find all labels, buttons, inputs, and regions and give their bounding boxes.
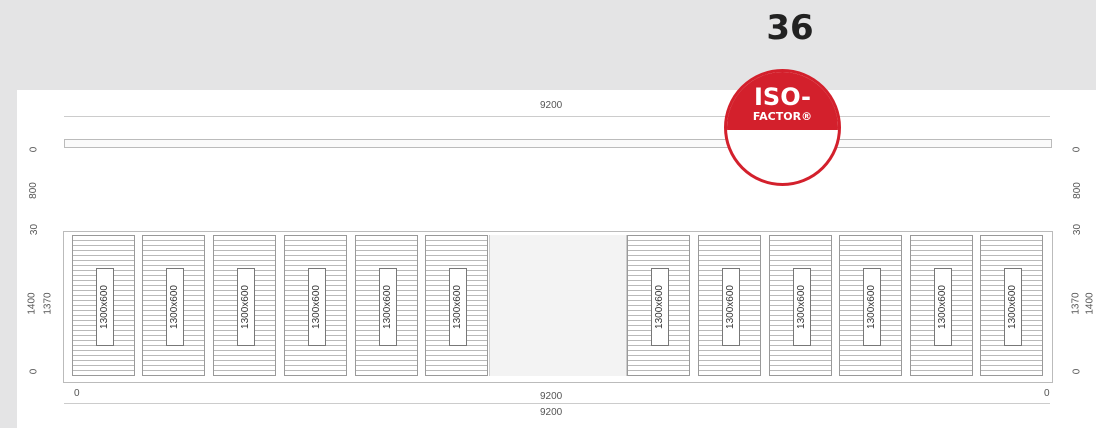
badge-factor-text: FACTOR® [752, 110, 813, 123]
badge-iso-text: ISO- [753, 83, 812, 111]
panel: 1300x600 [627, 235, 690, 376]
panel: 1300x600 [213, 235, 276, 376]
panel: 1300x600 [425, 235, 488, 376]
panel: 1300x600 [910, 235, 973, 376]
right-x-zero: 0 [1044, 388, 1050, 399]
panel: 1300x600 [284, 235, 347, 376]
panel-gap [489, 235, 627, 376]
panel: 1300x600 [980, 235, 1043, 376]
left-total-label: 1400 [26, 292, 38, 315]
panel-label: 1300x600 [236, 267, 255, 346]
right-gap-label: 800 [1071, 182, 1083, 199]
panel: 1300x600 [142, 235, 205, 376]
panel-label: 1300x600 [862, 267, 881, 346]
panel-label: 1300x600 [721, 267, 740, 346]
right-bottom-zero: 0 [1071, 368, 1083, 375]
panel: 1300x600 [72, 235, 135, 376]
top-dimension-line [64, 116, 1050, 117]
right-top-zero: 0 [1071, 146, 1083, 153]
technical-drawing: 9200 0 800 30 1400 1370 0 0 800 30 1370 … [17, 90, 1096, 428]
panel-label: 1300x600 [378, 267, 397, 346]
panel-label: 1300x600 [165, 267, 184, 346]
left-inner-label: 1370 [42, 292, 54, 315]
panel-label: 1300x600 [650, 267, 669, 346]
right-thirty-label: 30 [1072, 223, 1084, 236]
bottom-dimension-line [64, 403, 1050, 404]
left-thirty-label: 30 [29, 223, 41, 236]
left-x-zero: 0 [74, 388, 80, 399]
right-inner-label: 1370 [1070, 292, 1082, 315]
panel-label: 1300x600 [448, 267, 467, 346]
bottom-width-label: 9200 [540, 391, 563, 402]
right-total-label: 1400 [1084, 292, 1096, 315]
panel: 1300x600 [698, 235, 761, 376]
bottom-width-label-2: 9200 [540, 407, 563, 418]
panel-label: 1300x600 [933, 267, 952, 346]
iso-factor-badge: ISO- FACTOR® [724, 69, 841, 186]
panel: 1300x600 [769, 235, 832, 376]
panel-label: 1300x600 [792, 267, 811, 346]
left-gap-label: 800 [27, 182, 39, 199]
panel: 1300x600 [839, 235, 902, 376]
top-width-label: 9200 [540, 100, 563, 111]
panel: 1300x600 [355, 235, 418, 376]
left-top-zero: 0 [28, 146, 40, 153]
page-number: 36 [766, 8, 814, 48]
panel-label: 1300x600 [1003, 267, 1022, 346]
panel-label: 1300x600 [95, 267, 114, 346]
panel-label: 1300x600 [307, 267, 326, 346]
top-rail [64, 139, 1052, 148]
left-bottom-zero: 0 [28, 368, 40, 375]
